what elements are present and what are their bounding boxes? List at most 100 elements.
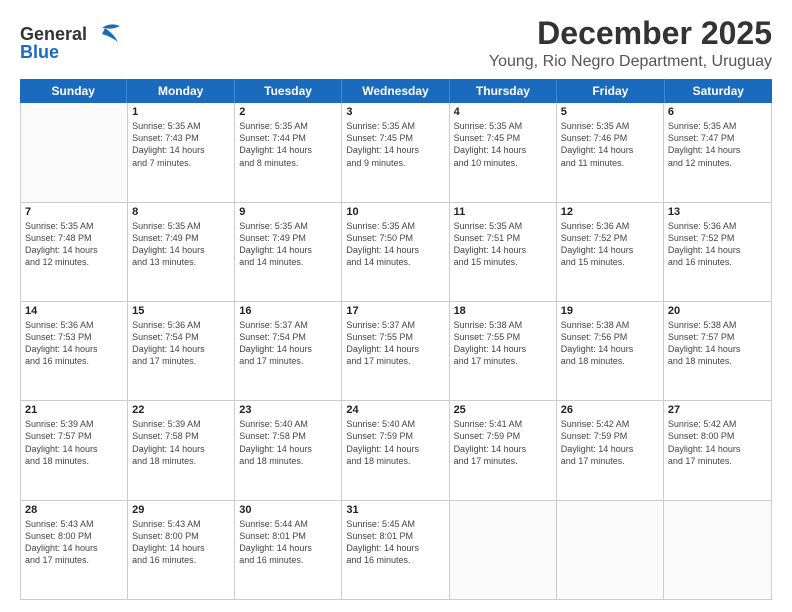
daylight-hours: and 11 minutes. <box>561 157 659 169</box>
sunrise: Sunrise: 5:42 AM <box>668 418 767 430</box>
week-row-3: 21Sunrise: 5:39 AMSunset: 7:57 PMDayligh… <box>21 401 771 500</box>
sunset: Sunset: 7:46 PM <box>561 132 659 144</box>
sunset: Sunset: 7:45 PM <box>454 132 552 144</box>
sunrise: Sunrise: 5:35 AM <box>25 220 123 232</box>
day-number: 16 <box>239 305 337 317</box>
title-block: December 2025 Young, Rio Negro Departmen… <box>489 16 772 71</box>
daylight-hours: Daylight: 14 hours <box>454 244 552 256</box>
daylight-hours: and 14 minutes. <box>346 256 444 268</box>
cal-cell: 23Sunrise: 5:40 AMSunset: 7:58 PMDayligh… <box>235 401 342 499</box>
cal-cell <box>450 501 557 599</box>
sunset: Sunset: 7:58 PM <box>132 430 230 442</box>
day-number: 4 <box>454 106 552 118</box>
sunset: Sunset: 7:49 PM <box>132 232 230 244</box>
sunset: Sunset: 7:49 PM <box>239 232 337 244</box>
daylight-hours: Daylight: 14 hours <box>25 443 123 455</box>
sunrise: Sunrise: 5:35 AM <box>561 120 659 132</box>
day-number: 3 <box>346 106 444 118</box>
day-number: 25 <box>454 404 552 416</box>
sunrise: Sunrise: 5:35 AM <box>239 220 337 232</box>
cal-cell: 10Sunrise: 5:35 AMSunset: 7:50 PMDayligh… <box>342 203 449 301</box>
daylight-hours: Daylight: 14 hours <box>346 244 444 256</box>
cal-cell: 20Sunrise: 5:38 AMSunset: 7:57 PMDayligh… <box>664 302 771 400</box>
cal-cell: 9Sunrise: 5:35 AMSunset: 7:49 PMDaylight… <box>235 203 342 301</box>
daylight-hours: and 16 minutes. <box>239 554 337 566</box>
daylight-hours: and 15 minutes. <box>454 256 552 268</box>
header-friday: Friday <box>557 79 664 103</box>
sunset: Sunset: 7:57 PM <box>25 430 123 442</box>
daylight-hours: and 14 minutes. <box>239 256 337 268</box>
sunrise: Sunrise: 5:36 AM <box>561 220 659 232</box>
cal-cell: 31Sunrise: 5:45 AMSunset: 8:01 PMDayligh… <box>342 501 449 599</box>
daylight-hours: and 12 minutes. <box>25 256 123 268</box>
daylight-hours: Daylight: 14 hours <box>668 443 767 455</box>
sunrise: Sunrise: 5:36 AM <box>132 319 230 331</box>
daylight-hours: Daylight: 14 hours <box>561 244 659 256</box>
sunset: Sunset: 7:48 PM <box>25 232 123 244</box>
daylight-hours: Daylight: 14 hours <box>132 144 230 156</box>
daylight-hours: and 16 minutes. <box>132 554 230 566</box>
header-sunday: Sunday <box>20 79 127 103</box>
sunrise: Sunrise: 5:38 AM <box>668 319 767 331</box>
sunset: Sunset: 8:00 PM <box>132 530 230 542</box>
header-monday: Monday <box>127 79 234 103</box>
cal-cell: 12Sunrise: 5:36 AMSunset: 7:52 PMDayligh… <box>557 203 664 301</box>
daylight-hours: and 18 minutes. <box>25 455 123 467</box>
header-saturday: Saturday <box>665 79 772 103</box>
week-row-2: 14Sunrise: 5:36 AMSunset: 7:53 PMDayligh… <box>21 302 771 401</box>
daylight-hours: Daylight: 14 hours <box>239 343 337 355</box>
daylight-hours: and 9 minutes. <box>346 157 444 169</box>
day-number: 13 <box>668 206 767 218</box>
sunset: Sunset: 7:57 PM <box>668 331 767 343</box>
daylight-hours: Daylight: 14 hours <box>239 144 337 156</box>
daylight-hours: and 17 minutes. <box>346 355 444 367</box>
sunrise: Sunrise: 5:37 AM <box>239 319 337 331</box>
day-number: 9 <box>239 206 337 218</box>
day-number: 17 <box>346 305 444 317</box>
daylight-hours: Daylight: 14 hours <box>668 244 767 256</box>
sunrise: Sunrise: 5:44 AM <box>239 518 337 530</box>
cal-cell: 6Sunrise: 5:35 AMSunset: 7:47 PMDaylight… <box>664 103 771 201</box>
daylight-hours: and 17 minutes. <box>132 355 230 367</box>
cal-cell: 15Sunrise: 5:36 AMSunset: 7:54 PMDayligh… <box>128 302 235 400</box>
cal-cell: 19Sunrise: 5:38 AMSunset: 7:56 PMDayligh… <box>557 302 664 400</box>
daylight-hours: and 10 minutes. <box>454 157 552 169</box>
day-number: 30 <box>239 504 337 516</box>
svg-text:General: General <box>20 24 87 44</box>
sunset: Sunset: 7:54 PM <box>239 331 337 343</box>
daylight-hours: Daylight: 14 hours <box>132 244 230 256</box>
cal-cell: 24Sunrise: 5:40 AMSunset: 7:59 PMDayligh… <box>342 401 449 499</box>
sunset: Sunset: 8:01 PM <box>346 530 444 542</box>
sunrise: Sunrise: 5:45 AM <box>346 518 444 530</box>
sunrise: Sunrise: 5:35 AM <box>346 220 444 232</box>
day-number: 20 <box>668 305 767 317</box>
sunrise: Sunrise: 5:35 AM <box>454 220 552 232</box>
sunset: Sunset: 7:53 PM <box>25 331 123 343</box>
cal-cell: 30Sunrise: 5:44 AMSunset: 8:01 PMDayligh… <box>235 501 342 599</box>
daylight-hours: Daylight: 14 hours <box>346 144 444 156</box>
cal-cell: 17Sunrise: 5:37 AMSunset: 7:55 PMDayligh… <box>342 302 449 400</box>
cal-cell: 2Sunrise: 5:35 AMSunset: 7:44 PMDaylight… <box>235 103 342 201</box>
day-number: 15 <box>132 305 230 317</box>
sunrise: Sunrise: 5:35 AM <box>346 120 444 132</box>
daylight-hours: and 13 minutes. <box>132 256 230 268</box>
daylight-hours: and 17 minutes. <box>454 455 552 467</box>
daylight-hours: Daylight: 14 hours <box>454 443 552 455</box>
daylight-hours: and 18 minutes. <box>132 455 230 467</box>
daylight-hours: and 17 minutes. <box>25 554 123 566</box>
sunset: Sunset: 7:43 PM <box>132 132 230 144</box>
sunrise: Sunrise: 5:39 AM <box>25 418 123 430</box>
sunrise: Sunrise: 5:41 AM <box>454 418 552 430</box>
sunrise: Sunrise: 5:35 AM <box>132 120 230 132</box>
sunset: Sunset: 8:00 PM <box>25 530 123 542</box>
sunrise: Sunrise: 5:38 AM <box>454 319 552 331</box>
sunrise: Sunrise: 5:35 AM <box>668 120 767 132</box>
week-row-0: 1Sunrise: 5:35 AMSunset: 7:43 PMDaylight… <box>21 103 771 202</box>
day-number: 24 <box>346 404 444 416</box>
cal-cell: 28Sunrise: 5:43 AMSunset: 8:00 PMDayligh… <box>21 501 128 599</box>
main-title: December 2025 <box>489 16 772 51</box>
calendar: Sunday Monday Tuesday Wednesday Thursday… <box>20 79 772 600</box>
cal-cell: 13Sunrise: 5:36 AMSunset: 7:52 PMDayligh… <box>664 203 771 301</box>
week-row-4: 28Sunrise: 5:43 AMSunset: 8:00 PMDayligh… <box>21 501 771 599</box>
daylight-hours: and 7 minutes. <box>132 157 230 169</box>
